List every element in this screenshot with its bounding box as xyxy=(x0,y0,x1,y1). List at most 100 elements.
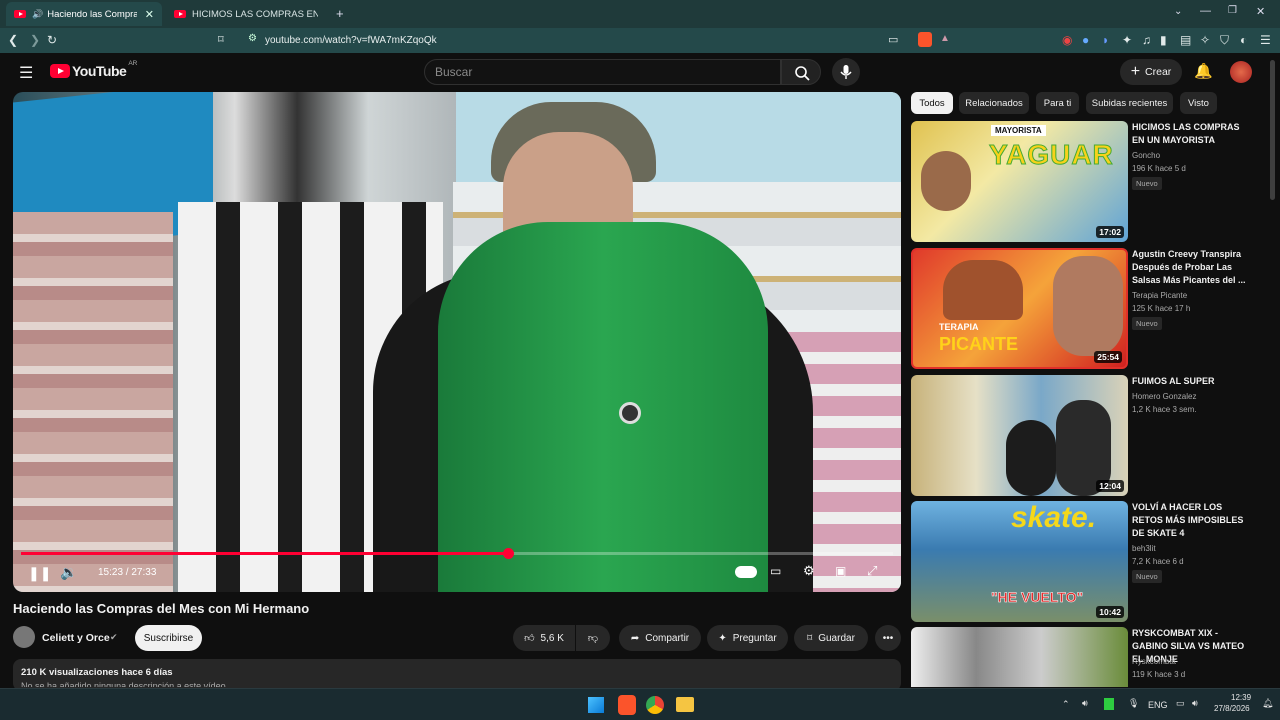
back-icon[interactable]: ❮ xyxy=(8,32,18,49)
theater-mode-icon[interactable]: ▣ xyxy=(835,564,846,578)
recommendation-item[interactable]: 12:04 FUIMOS AL SUPER Homero Gonzalez 1,… xyxy=(911,375,1271,497)
close-window-icon[interactable]: ✕ xyxy=(1256,5,1265,18)
tray-chevron-icon[interactable]: ⌃ xyxy=(1062,699,1070,710)
filter-chip-subidas-recientes[interactable]: Subidas recientes xyxy=(1086,92,1173,114)
pause-icon[interactable]: ❚❚ xyxy=(28,565,51,582)
video-thumbnail[interactable]: skate. "HE VUELTO" 10:42 xyxy=(911,501,1128,622)
autoplay-toggle[interactable] xyxy=(735,566,757,578)
clock-time[interactable]: 12:39 xyxy=(1231,693,1251,702)
settings-icon[interactable]: ◐ xyxy=(1240,32,1247,49)
filter-chip-relacionados[interactable]: Relacionados xyxy=(959,92,1029,114)
sidebar-icon[interactable]: ▮ xyxy=(1160,32,1167,49)
recommendation-item[interactable]: MAYORISTA YAGUAR 17:02 HICIMOS LAS COMPR… xyxy=(911,121,1271,243)
recommendation-channel[interactable]: Goncho xyxy=(1132,151,1160,160)
hamburger-menu-icon[interactable]: ☰ xyxy=(19,63,33,83)
bookmark-icon[interactable]: ⌑ xyxy=(218,33,224,46)
tray-mic-icon[interactable]: 🎙︎ xyxy=(1128,698,1139,709)
wallet-icon[interactable]: ▤ xyxy=(1180,32,1191,49)
save-button[interactable]: ⌑ Guardar xyxy=(794,625,868,651)
brave-shield-icon[interactable] xyxy=(918,32,932,47)
notifications-bell-icon[interactable]: 🔔 xyxy=(1194,62,1213,80)
clock-date[interactable]: 27/8/2026 xyxy=(1214,704,1250,713)
tab-list-icon[interactable]: ⌄ xyxy=(1174,6,1182,17)
leo-icon[interactable]: ✧ xyxy=(1200,32,1210,49)
recommendation-channel[interactable]: Ryskcombat xyxy=(1132,657,1176,666)
progress-played xyxy=(21,552,508,555)
share-button[interactable]: ➦ Compartir xyxy=(619,625,701,651)
recommendation-title[interactable]: VOLVÍ A HACER LOS RETOS MÁS IMPOSIBLES D… xyxy=(1132,501,1250,540)
minimize-icon[interactable]: — xyxy=(1200,5,1211,17)
tab-active[interactable]: 🔊 Haciendo las Compras del Me ✕ xyxy=(6,2,162,26)
create-button[interactable]: + Crear xyxy=(1120,59,1182,85)
youtube-logo[interactable]: YouTube AR xyxy=(50,60,137,79)
tray-app-icon[interactable] xyxy=(1104,698,1114,710)
voice-search-button[interactable] xyxy=(832,58,860,86)
volume-tray-icon[interactable]: 🔊︎ xyxy=(1192,698,1198,709)
media-icon[interactable]: ♫ xyxy=(1142,32,1151,49)
notifications-icon[interactable]: 🔔︎ xyxy=(1262,698,1273,709)
address-bar[interactable]: ⌑ ⚙ youtube.com/watch?v=fWA7mKZqoQk ▭ ▲ xyxy=(212,30,960,51)
settings-gear-icon[interactable]: ⚙ xyxy=(803,563,815,579)
cast-icon[interactable]: ▭ xyxy=(888,33,898,46)
search-input[interactable]: Buscar xyxy=(424,59,781,85)
more-actions-button[interactable]: ••• xyxy=(875,625,901,651)
new-badge: Nuevo xyxy=(1132,317,1162,330)
chrome-icon[interactable] xyxy=(646,696,664,714)
video-thumbnail[interactable]: TERAPIA PICANTE 25:54 xyxy=(911,248,1128,369)
like-button[interactable]: 👍︎ 5,6 K xyxy=(513,625,575,651)
recommendation-channel[interactable]: beh3lit xyxy=(1132,544,1156,553)
subtitles-icon[interactable]: ▭ xyxy=(770,564,781,578)
page-scrollbar[interactable] xyxy=(1270,60,1275,200)
recommendation-title[interactable]: Agustin Creevy Transpira Después de Prob… xyxy=(1132,248,1250,287)
extensions-icon[interactable]: ✦ xyxy=(1122,32,1132,49)
brave-rewards-icon[interactable]: ▲ xyxy=(940,33,950,44)
extension-icon[interactable]: ● xyxy=(1082,32,1089,49)
new-tab-icon[interactable]: + xyxy=(336,6,344,21)
video-thumbnail[interactable]: MAYORISTA YAGUAR 17:02 xyxy=(911,121,1128,242)
recommendation-channel[interactable]: Homero Gonzalez xyxy=(1132,392,1196,401)
recommendation-item[interactable]: RYSKCOMBAT XIX - GABINO SILVA VS MATEO E… xyxy=(911,627,1271,687)
left-shelves xyxy=(13,212,173,592)
fullscreen-icon[interactable]: ⤢ xyxy=(867,563,877,579)
progress-scrubber[interactable] xyxy=(502,548,514,559)
record-extension-icon[interactable]: ◉ xyxy=(1062,32,1072,49)
menu-icon[interactable]: ☰ xyxy=(1260,32,1271,49)
subscribe-button[interactable]: Suscribirse xyxy=(135,625,202,651)
save-bookmark-icon: ⌑ xyxy=(807,632,813,644)
volume-icon[interactable]: 🔉 xyxy=(60,564,77,581)
filter-chip-todos[interactable]: Todos xyxy=(911,92,953,114)
recommendation-item[interactable]: skate. "HE VUELTO" 10:42 VOLVÍ A HACER L… xyxy=(911,501,1271,623)
close-tab-icon[interactable]: ✕ xyxy=(145,8,154,21)
brave-browser-icon[interactable] xyxy=(618,695,636,715)
file-explorer-icon[interactable] xyxy=(676,697,694,712)
vpn-extension-icon[interactable]: ◗ xyxy=(1102,32,1109,49)
recommendation-item[interactable]: TERAPIA PICANTE 25:54 Agustin Creevy Tra… xyxy=(911,248,1271,370)
site-info-icon[interactable]: ⚙ xyxy=(248,33,257,44)
description-box[interactable]: 210 K visualizaciones hace 6 días No se … xyxy=(13,659,901,691)
channel-name[interactable]: Celiett y Orce xyxy=(42,632,110,644)
recommendation-channel[interactable]: Terapia Picante xyxy=(1132,291,1187,300)
tab-inactive[interactable]: HICIMOS LAS COMPRAS EN UN MA xyxy=(166,2,326,26)
recommendation-title[interactable]: FUIMOS AL SUPER xyxy=(1132,375,1250,388)
avatar[interactable] xyxy=(1230,61,1252,83)
filter-chip-visto[interactable]: Visto xyxy=(1180,92,1217,114)
progress-bar[interactable] xyxy=(21,548,893,559)
filter-chip-para-ti[interactable]: Para ti xyxy=(1036,92,1079,114)
search-button[interactable] xyxy=(781,59,821,85)
reload-icon[interactable]: ↻ xyxy=(47,32,57,49)
forward-icon[interactable]: ❯ xyxy=(30,32,40,49)
shield-icon[interactable]: ⛉ xyxy=(1220,32,1229,49)
maximize-icon[interactable]: ❐ xyxy=(1228,5,1237,16)
video-player[interactable] xyxy=(13,92,901,592)
ask-button[interactable]: ✦ Preguntar xyxy=(707,625,788,651)
recommendation-title[interactable]: HICIMOS LAS COMPRAS EN UN MAYORISTA xyxy=(1132,121,1250,147)
channel-avatar[interactable] xyxy=(13,626,35,648)
video-thumbnail[interactable] xyxy=(911,627,1128,687)
tray-audio-icon[interactable]: 🔊︎ xyxy=(1082,698,1088,709)
create-label: Crear xyxy=(1145,66,1172,78)
language-indicator[interactable]: ENG xyxy=(1148,700,1168,710)
network-icon[interactable]: ▭ xyxy=(1176,698,1185,709)
video-thumbnail[interactable]: 12:04 xyxy=(911,375,1128,496)
dislike-button[interactable]: 👎︎ xyxy=(576,625,610,651)
windows-start-icon[interactable] xyxy=(588,697,604,713)
